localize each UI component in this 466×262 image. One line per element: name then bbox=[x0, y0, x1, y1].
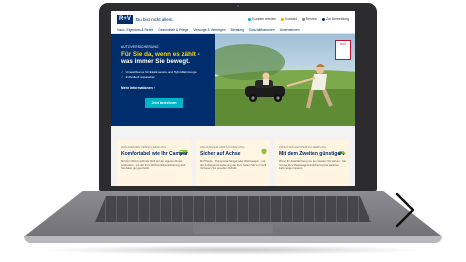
top-link[interactable]: Kunden werden bbox=[248, 17, 276, 21]
more-info-link[interactable]: Mehr Informationen › bbox=[121, 86, 155, 90]
card-title: Sicher auf Achse bbox=[200, 151, 241, 157]
top-links: Kunden werden Kontakt Service Zur Anmeld… bbox=[248, 17, 349, 21]
calculate-button[interactable]: Jetzt berechnen bbox=[145, 98, 183, 108]
top-link[interactable]: Kontakt bbox=[281, 17, 297, 21]
laptop-base-edge bbox=[24, 236, 442, 243]
nav-item[interactable]: Haus, Eigentum & Recht bbox=[117, 28, 153, 32]
login-icon bbox=[322, 17, 325, 21]
nav-item[interactable]: Beratung bbox=[231, 28, 244, 32]
hero-kicker: AUTOVERSICHERUNG bbox=[121, 45, 159, 49]
card-kicker: WOHNMOBILVERSICHERUNG bbox=[121, 145, 167, 149]
hero-image bbox=[195, 34, 355, 126]
keyboard bbox=[95, 196, 371, 222]
nav-item[interactable]: Gesundheit & Pflege bbox=[158, 28, 188, 32]
check-icon: ✓ bbox=[121, 74, 124, 79]
top-link-label: Service bbox=[305, 17, 317, 21]
chevron-right-icon: › bbox=[153, 86, 155, 90]
nav-item[interactable]: Unternehmen bbox=[280, 28, 300, 32]
card-title: Mit dem Zweiten günstiger bbox=[279, 151, 343, 157]
hero-text-panel: AUTOVERSICHERUNG Für Sie da, wenn es zäh… bbox=[111, 34, 215, 126]
card-title: Komfortabel wie Ihr Camper bbox=[121, 151, 188, 157]
hero-bullets: ✓ Umweltbonus für Elektroautos und Hybri… bbox=[121, 70, 196, 79]
top-link[interactable]: Zur Anmeldung bbox=[322, 17, 349, 21]
nav-item[interactable]: Vorsorge & Vermögen bbox=[193, 28, 225, 32]
card-kicker: ZWEITWAGENVERSICHERUNG bbox=[279, 145, 327, 149]
card-trailer[interactable]: ANHÄNGER VERSICHERUNG Sicher auf Achse M… bbox=[196, 140, 270, 186]
card-camper[interactable]: WOHNMOBILVERSICHERUNG Komfortabel wie Ih… bbox=[117, 140, 191, 186]
top-link[interactable]: Service bbox=[301, 17, 317, 21]
hero-bullet: ✓ Individuell anpassbar bbox=[121, 75, 196, 80]
site-logo[interactable]: R+V Du bist nicht allein. bbox=[117, 15, 174, 24]
service-icon bbox=[301, 17, 305, 21]
card-text: Wenn Ihr Zweitfahrzeug nur am zweiten Or… bbox=[279, 160, 347, 171]
hero-banner: TEST AUTOVERSICHERUNG Für Sie da, wenn e… bbox=[111, 34, 355, 126]
carousel-next-button[interactable] bbox=[388, 190, 422, 234]
card-text: Mit dem Wohnmobil die Welt auf der eigen… bbox=[121, 160, 186, 171]
chevron-right-icon bbox=[394, 191, 416, 234]
logo-slogan: Du bist nicht allein. bbox=[135, 17, 174, 22]
product-cards: WOHNMOBILVERSICHERUNG Komfortabel wie Ih… bbox=[111, 126, 355, 186]
card-text: Mit Pferde-, Transportanhänger oder Wohn… bbox=[200, 160, 268, 171]
main-nav: Haus, Eigentum & Recht Gesundheit & Pfle… bbox=[117, 28, 300, 32]
user-icon bbox=[248, 17, 252, 21]
hero-title: Für Sie da, wenn es zählt - was immer Si… bbox=[121, 51, 213, 66]
hero-title-accent: Für Sie da, wenn es zählt bbox=[121, 51, 196, 58]
logo-mark: R+V bbox=[117, 15, 133, 24]
top-link-label: Kontakt bbox=[285, 17, 297, 21]
more-info-label: Mehr Informationen bbox=[121, 86, 153, 90]
webcam bbox=[237, 5, 239, 7]
laptop-shadow bbox=[40, 245, 426, 255]
top-link-label: Zur Anmeldung bbox=[326, 17, 349, 21]
card-kicker: ANHÄNGER VERSICHERUNG bbox=[200, 145, 245, 149]
phone-icon bbox=[281, 17, 285, 21]
nav-item[interactable]: Geschäftskunden bbox=[249, 28, 275, 32]
test-seal: TEST bbox=[335, 40, 351, 60]
top-link-label: Kunden werden bbox=[252, 17, 277, 21]
laptop-screen: R+V Du bist nicht allein. Kunden werden … bbox=[111, 11, 355, 186]
card-second-car[interactable]: ZWEITWAGENVERSICHERUNG Mit dem Zweiten g… bbox=[275, 140, 349, 186]
hero-bullet-text: Individuell anpassbar bbox=[125, 74, 155, 79]
touchpad bbox=[193, 224, 273, 234]
